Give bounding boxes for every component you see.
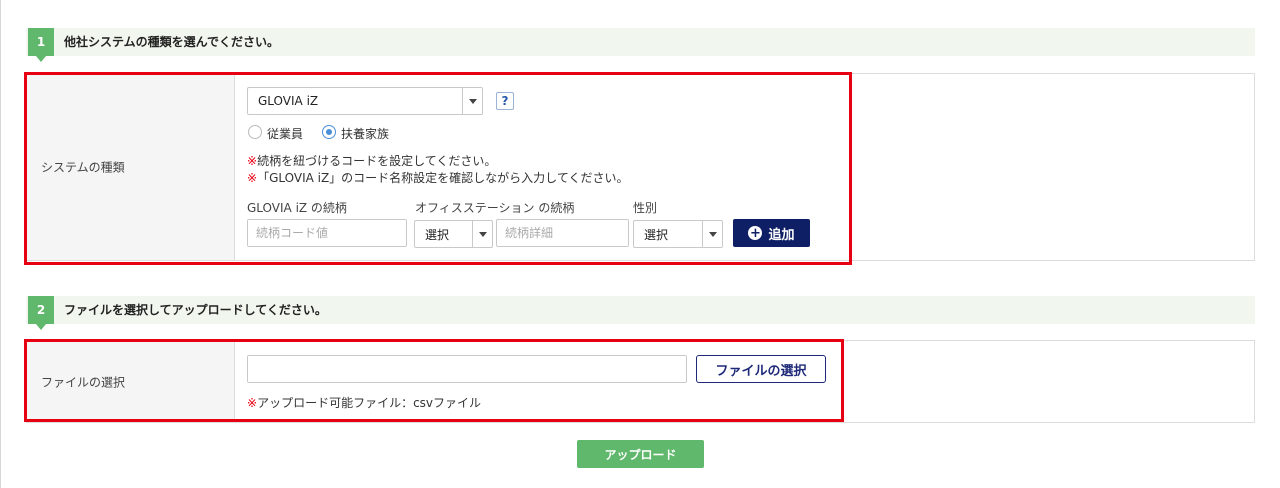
note-mark: ※ <box>247 396 258 410</box>
chevron-down-icon <box>702 221 722 247</box>
help-icon[interactable]: ? <box>496 92 514 110</box>
step2-title: ファイルを選択してアップロードしてください。 <box>64 303 327 317</box>
instruction-note-1: ※続柄を紐づけるコードを設定してください。 <box>247 152 496 169</box>
radio-employee[interactable] <box>248 125 262 139</box>
step1-title: 他社システムの種類を選んでください。 <box>64 35 280 49</box>
note-mark: ※ <box>247 171 258 185</box>
file-select-label-cell: ファイルの選択 <box>27 341 235 422</box>
system-type-section: システムの種類 GLOVIA iZ ? 従業員 扶養家族 ※続柄を紐づけるコード… <box>26 73 1255 261</box>
system-type-label-cell: システムの種類 <box>27 74 235 260</box>
note-text: アップロード可能ファイル：csvファイル <box>257 396 482 410</box>
step1-number-badge: 1 <box>28 28 54 62</box>
radio-dependent[interactable] <box>322 125 336 139</box>
step2-header: 2 ファイルを選択してアップロードしてください。 <box>26 296 1255 330</box>
office-relation-select-value: 選択 <box>425 227 450 242</box>
system-type-select[interactable]: GLOVIA iZ <box>247 87 483 115</box>
radio-employee-label: 従業員 <box>267 127 304 141</box>
upload-button[interactable]: アップロード <box>577 440 704 468</box>
chevron-down-icon <box>462 88 482 114</box>
step1-header: 1 他社システムの種類を選んでください。 <box>26 28 1255 62</box>
office-relation-select[interactable]: 選択 <box>414 220 493 248</box>
file-select-button[interactable]: ファイルの選択 <box>696 355 826 383</box>
relation-code-input[interactable] <box>247 219 407 247</box>
glovia-relation-column-label: GLOVIA iZ の続柄 <box>247 201 347 215</box>
add-button-label: 追加 <box>768 227 795 243</box>
office-relation-column-label: オフィスステーション の続柄 <box>415 201 575 215</box>
chevron-down-icon <box>472 221 492 247</box>
relation-detail-input[interactable] <box>496 219 629 247</box>
note-text: 「GLOVIA iZ」のコード名称設定を確認しながら入力してください。 <box>257 171 629 185</box>
radio-dependent-label: 扶養家族 <box>341 127 390 141</box>
gender-select[interactable]: 選択 <box>633 220 723 248</box>
gender-column-label: 性別 <box>633 201 658 215</box>
instruction-note-2: ※「GLOVIA iZ」のコード名称設定を確認しながら入力してください。 <box>247 169 628 186</box>
plus-circle-icon: + <box>748 225 763 241</box>
gender-select-value: 選択 <box>644 227 669 242</box>
file-path-input[interactable] <box>247 355 687 383</box>
system-type-select-value: GLOVIA iZ <box>258 94 319 108</box>
system-type-label: システムの種類 <box>41 160 125 175</box>
note-mark: ※ <box>247 154 258 168</box>
step2-number-badge: 2 <box>28 296 54 330</box>
file-upload-note: ※アップロード可能ファイル：csvファイル <box>247 394 481 411</box>
file-select-section: ファイルの選択 ファイルの選択 ※アップロード可能ファイル：csvファイル <box>26 340 1255 423</box>
note-text: 続柄を紐づけるコードを設定してください。 <box>257 154 497 168</box>
file-select-label: ファイルの選択 <box>41 375 126 389</box>
page-left-border <box>0 0 1 488</box>
add-button[interactable]: + 追加 <box>733 219 810 247</box>
